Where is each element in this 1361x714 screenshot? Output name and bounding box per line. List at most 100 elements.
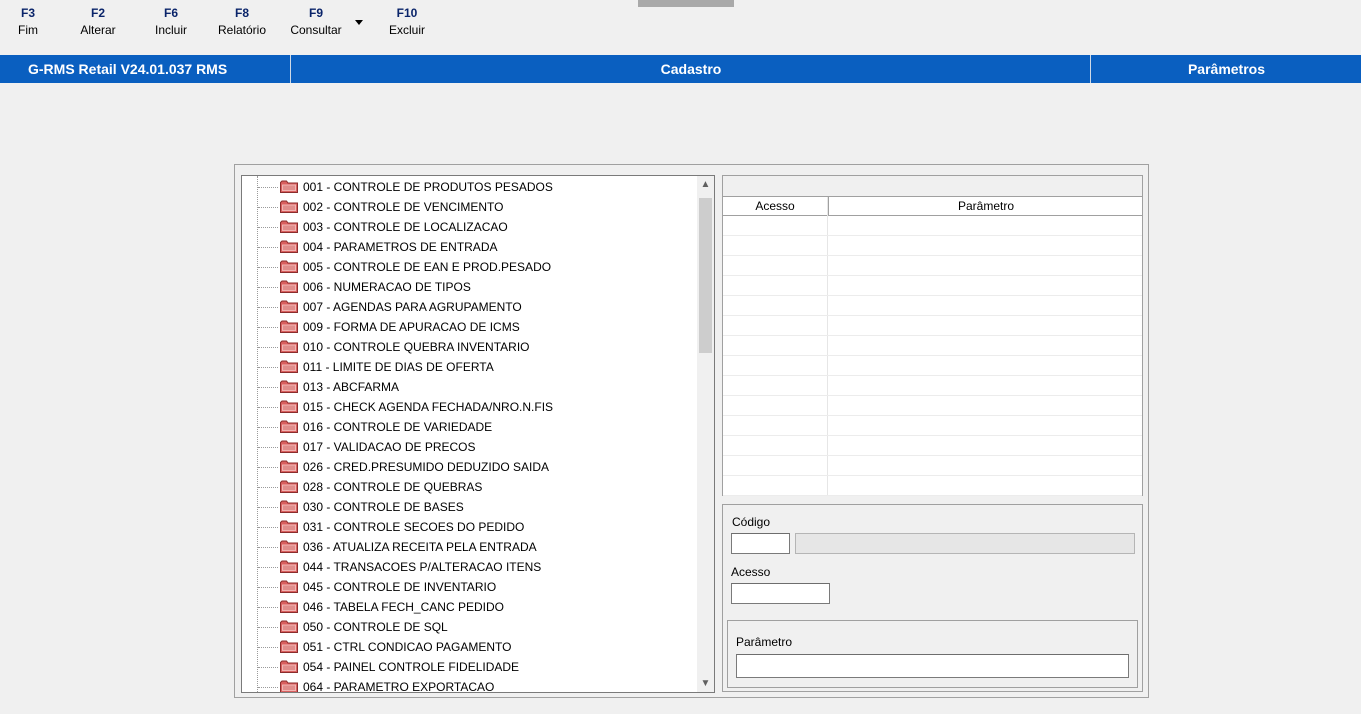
app-title: G-RMS Retail V24.01.037 RMS [28,61,228,77]
grid-row[interactable] [723,395,1142,396]
tree-item-label: 002 - CONTROLE DE VENCIMENTO [303,200,504,214]
folder-icon [280,400,298,413]
grid-row[interactable] [723,475,1142,476]
consultar-key: F9 [308,6,323,20]
parameter-tree[interactable]: 001 - CONTROLE DE PRODUTOS PESADOS 002 - … [241,175,715,693]
folder-icon [280,640,298,653]
parametro-field[interactable] [736,654,1129,678]
tree-item[interactable]: 026 - CRED.PRESUMIDO DEDUZIDO SAIDA [242,457,697,477]
folder-icon [280,380,298,393]
folder-icon [280,260,298,273]
tree-connector [258,327,278,328]
folder-icon [280,300,298,313]
tree-item[interactable]: 046 - TABELA FECH_CANC PEDIDO [242,597,697,617]
relatorio-button[interactable]: F8 Relatório [211,4,273,38]
tree-item[interactable]: 016 - CONTROLE DE VARIEDADE [242,417,697,437]
header-bar: G-RMS Retail V24.01.037 RMS Cadastro Par… [0,55,1361,83]
tree-item[interactable]: 002 - CONTROLE DE VENCIMENTO [242,197,697,217]
tree-connector [258,407,278,408]
tree-item[interactable]: 001 - CONTROLE DE PRODUTOS PESADOS [242,177,697,197]
tree-item-label: 045 - CONTROLE DE INVENTARIO [303,580,497,594]
tree-item[interactable]: 036 - ATUALIZA RECEITA PELA ENTRADA [242,537,697,557]
acesso-field[interactable] [731,583,830,604]
tree-connector [258,587,278,588]
tree-item[interactable]: 064 - PARAMETRO EXPORTACAO [242,677,697,692]
tree-scrollbar[interactable]: ▲ ▼ [697,176,714,692]
grid-row[interactable] [723,375,1142,376]
tree-item[interactable]: 031 - CONTROLE SECOES DO PEDIDO [242,517,697,537]
tree-connector [258,447,278,448]
tree-item[interactable]: 009 - FORMA DE APURACAO DE ICMS [242,317,697,337]
tree-item[interactable]: 003 - CONTROLE DE LOCALIZACAO [242,217,697,237]
folder-icon [280,560,298,573]
grid-row[interactable] [723,495,1142,496]
folder-icon [280,480,298,493]
tree-item[interactable]: 028 - CONTROLE DE QUEBRAS [242,477,697,497]
relatorio-label: Relatório [217,23,267,37]
tree-item[interactable]: 013 - ABCFARMA [242,377,697,397]
scroll-down-icon[interactable]: ▼ [697,675,714,692]
excluir-label: Excluir [388,23,425,37]
tree-connector [258,487,278,488]
fim-button[interactable]: F3 Fim [12,4,44,38]
folder-icon [280,500,298,513]
grid-row[interactable] [723,415,1142,416]
alterar-button[interactable]: F2 Alterar [72,4,124,38]
scroll-up-icon[interactable]: ▲ [697,176,714,193]
parameters-panel: 001 - CONTROLE DE PRODUTOS PESADOS 002 - … [234,164,1149,698]
grid-row[interactable] [723,295,1142,296]
grid-row[interactable] [723,435,1142,436]
tree-item[interactable]: 030 - CONTROLE DE BASES [242,497,697,517]
folder-icon [280,280,298,293]
tree-item-label: 004 - PARAMETROS DE ENTRADA [303,240,498,254]
consultar-dropdown-icon[interactable] [355,20,363,25]
codigo-label: Código [732,515,771,529]
tree-item[interactable]: 011 - LIMITE DE DIAS DE OFERTA [242,357,697,377]
tree-connector [258,527,278,528]
tree-item[interactable]: 015 - CHECK AGENDA FECHADA/NRO.N.FIS [242,397,697,417]
folder-icon [280,200,298,213]
tree-connector [258,307,278,308]
tree-item[interactable]: 017 - VALIDACAO DE PRECOS [242,437,697,457]
consultar-button[interactable]: F9 Consultar [281,4,351,38]
tree-item-label: 031 - CONTROLE SECOES DO PEDIDO [303,520,525,534]
parameters-grid[interactable]: Acesso Parâmetro [722,175,1143,496]
grid-row[interactable] [723,315,1142,316]
fim-label: Fim [18,23,38,37]
tree-item[interactable]: 050 - CONTROLE DE SQL [242,617,697,637]
grid-row[interactable] [723,455,1142,456]
grid-column-divider [827,197,828,495]
tree-item-label: 044 - TRANSACOES P/ALTERACAO ITENS [303,560,542,574]
grid-row[interactable] [723,355,1142,356]
column-acesso[interactable]: Acesso [723,197,827,215]
tree-item[interactable]: 045 - CONTROLE DE INVENTARIO [242,577,697,597]
tree-item[interactable]: 054 - PAINEL CONTROLE FIDELIDADE [242,657,697,677]
incluir-button[interactable]: F6 Incluir [146,4,196,38]
tree-connector [258,267,278,268]
header-divider [290,55,291,83]
tree-item[interactable]: 005 - CONTROLE DE EAN E PROD.PESADO [242,257,697,277]
grid-row[interactable] [723,255,1142,256]
grid-row[interactable] [723,335,1142,336]
tree-connector [258,347,278,348]
folder-icon [280,620,298,633]
tree-item[interactable]: 010 - CONTROLE QUEBRA INVENTARIO [242,337,697,357]
tree-item[interactable]: 051 - CTRL CONDICAO PAGAMENTO [242,637,697,657]
tree-item[interactable]: 004 - PARAMETROS DE ENTRADA [242,237,697,257]
header-divider [1090,55,1091,83]
grid-row[interactable] [723,275,1142,276]
folder-icon [280,540,298,553]
fim-key: F3 [20,6,35,20]
column-parametro[interactable]: Parâmetro [828,197,1143,215]
tree-item-label: 009 - FORMA DE APURACAO DE ICMS [303,320,520,334]
tree-item[interactable]: 007 - AGENDAS PARA AGRUPAMENTO [242,297,697,317]
tree-item[interactable]: 006 - NUMERACAO DE TIPOS [242,277,697,297]
tree-item-label: 054 - PAINEL CONTROLE FIDELIDADE [303,660,520,674]
grid-row[interactable] [723,235,1142,236]
scroll-thumb[interactable] [699,198,712,353]
tree-item[interactable]: 044 - TRANSACOES P/ALTERACAO ITENS [242,557,697,577]
codigo-field[interactable] [731,533,790,554]
tree-connector [258,507,278,508]
excluir-button[interactable]: F10 Excluir [382,4,432,38]
tree-connector [258,387,278,388]
